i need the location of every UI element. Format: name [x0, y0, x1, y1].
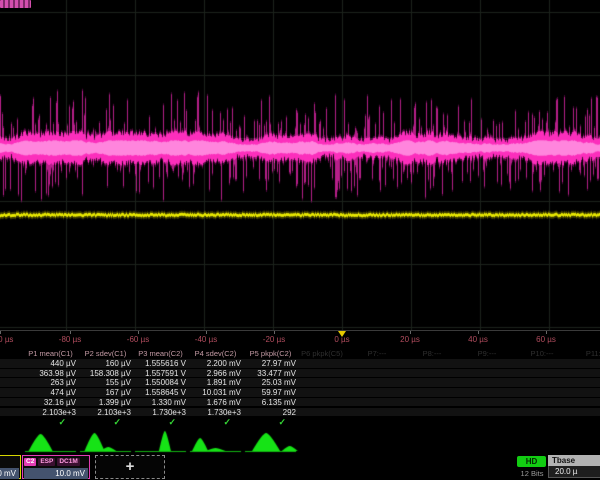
parameter-histicons: [0, 428, 600, 455]
axis-tick: [0, 331, 1, 334]
parameter-status-check: ✓: [243, 417, 298, 428]
c2-label: C2: [24, 458, 36, 466]
axis-tick-label: -60 µs: [127, 335, 149, 344]
parameter-column: P4 sdev(C2)2.200 mV2.966 mV1.891 mV10.03…: [188, 348, 243, 428]
axis-tick: [138, 331, 139, 334]
timebase-title: Tbase: [548, 455, 600, 466]
axis-tick: [206, 331, 207, 334]
parameter-value: 155 µV: [78, 378, 133, 388]
parameter-value: 6.135 mV: [243, 398, 298, 408]
axis-tick-label: 40 µs: [468, 335, 488, 344]
parameter-value: 2.103e+3: [78, 408, 133, 418]
axis-tick-label: 20 µs: [400, 335, 420, 344]
axis-tick: [70, 331, 71, 334]
parameter-header[interactable]: P4 sdev(C2): [188, 348, 243, 359]
parameter-value: 363.98 µV: [23, 369, 78, 379]
parameter-column: P1 mean(C1)440 µV363.98 µV263 µV474 µV32…: [23, 348, 78, 428]
axis-tick-label: -40 µs: [195, 335, 217, 344]
parameter-value: 167 µV: [78, 388, 133, 398]
trigger-position-marker[interactable]: [338, 331, 346, 337]
parameter-value: 1.555616 V: [133, 359, 188, 369]
parameter-value: 1.891 mV: [188, 378, 243, 388]
c2-coupling-tag: DC1M: [57, 458, 79, 466]
parameter-value: 1.730e+3: [188, 408, 243, 418]
parameter-status-check: ✓: [23, 417, 78, 428]
axis-tick-label: -100 µs: [0, 335, 13, 344]
add-trace-button[interactable]: +: [95, 455, 165, 479]
c2-vertical-scale: 10.0 mV: [24, 468, 88, 479]
channel-c1-descriptor[interactable]: C1 DC1M 10.0 mV: [0, 455, 21, 479]
parameter-status-check: ✓: [78, 417, 133, 428]
parameter-header-disabled[interactable]: P9:---: [478, 348, 497, 359]
parameter-header-disabled[interactable]: P10:---: [531, 348, 554, 359]
timebase-descriptor[interactable]: Tbase 20.0 µ: [548, 455, 600, 479]
parameter-header-disabled[interactable]: P11:---: [586, 348, 600, 359]
axis-tick: [478, 331, 479, 334]
c1-vertical-scale: 10.0 mV: [0, 468, 19, 479]
parameter-value: 2.200 mV: [188, 359, 243, 369]
parameter-value: 1.550084 V: [133, 378, 188, 388]
parameter-value: 263 µV: [23, 378, 78, 388]
parameter-header[interactable]: P1 mean(C1): [23, 348, 78, 359]
parameter-value: 2.103e+3: [23, 408, 78, 418]
parameter-value: 1.557591 V: [133, 369, 188, 379]
parameter-value: 160 µV: [78, 359, 133, 369]
parameter-value: 158.308 µV: [78, 369, 133, 379]
parameter-header-disabled[interactable]: P8:---: [423, 348, 442, 359]
parameter-value: 2.966 mV: [188, 369, 243, 379]
parameter-value: 1.558645 V: [133, 388, 188, 398]
parameter-column: P3 mean(C2)1.555616 V1.557591 V1.550084 …: [133, 348, 188, 428]
parameter-header[interactable]: P5 pkpk(C2): [243, 348, 298, 359]
measurement-table: P1 mean(C1)440 µV363.98 µV263 µV474 µV32…: [0, 348, 600, 428]
parameter-value: 474 µV: [23, 388, 78, 398]
axis-tick: [410, 331, 411, 334]
waveform-display[interactable]: [0, 0, 600, 330]
parameter-value: 33.477 mV: [243, 369, 298, 379]
parameter-status-check: ✓: [188, 417, 243, 428]
parameter-value: 440 µV: [23, 359, 78, 369]
parameter-header-disabled[interactable]: P6 pkpk(C5): [301, 348, 343, 359]
parameter-value: 59.97 mV: [243, 388, 298, 398]
parameter-value: 25.03 mV: [243, 378, 298, 388]
c2-esp-tag: ESP: [38, 458, 55, 466]
parameter-value: 1.676 mV: [188, 398, 243, 408]
axis-tick: [274, 331, 275, 334]
parameter-value: 292: [243, 408, 298, 418]
parameter-header[interactable]: P3 mean(C2): [133, 348, 188, 359]
hd-bits-label: 12 Bits: [513, 469, 551, 478]
parameter-value: 1.399 µV: [78, 398, 133, 408]
timebase-value: 20.0 µ: [548, 466, 600, 478]
parameter-value: 1.730e+3: [133, 408, 188, 418]
channel-c2-descriptor[interactable]: C2 ESP DC1M 10.0 mV: [22, 455, 90, 479]
parameter-header-disabled[interactable]: P7:---: [368, 348, 387, 359]
hd-mode-badge[interactable]: HD: [517, 456, 546, 467]
axis-tick: [546, 331, 547, 334]
axis-tick-label: -20 µs: [263, 335, 285, 344]
parameter-value: 10.031 mV: [188, 388, 243, 398]
parameter-value: 32.16 µV: [23, 398, 78, 408]
parameter-column: P2 sdev(C1)160 µV158.308 µV155 µV167 µV1…: [78, 348, 133, 428]
time-axis: -100 µs-80 µs-60 µs-40 µs-20 µs0 µs20 µs…: [0, 331, 600, 348]
axis-tick-label: -80 µs: [59, 335, 81, 344]
parameter-column: P5 pkpk(C2)27.97 mV33.477 mV25.03 mV59.9…: [243, 348, 298, 428]
annotation-badge: [0, 0, 31, 8]
axis-tick-label: 60 µs: [536, 335, 556, 344]
parameter-value: 27.97 mV: [243, 359, 298, 369]
parameter-value: 1.330 mV: [133, 398, 188, 408]
parameter-header[interactable]: P2 sdev(C1): [78, 348, 133, 359]
oscilloscope-screen: -100 µs-80 µs-60 µs-40 µs-20 µs0 µs20 µs…: [0, 0, 600, 480]
parameter-status-check: ✓: [133, 417, 188, 428]
